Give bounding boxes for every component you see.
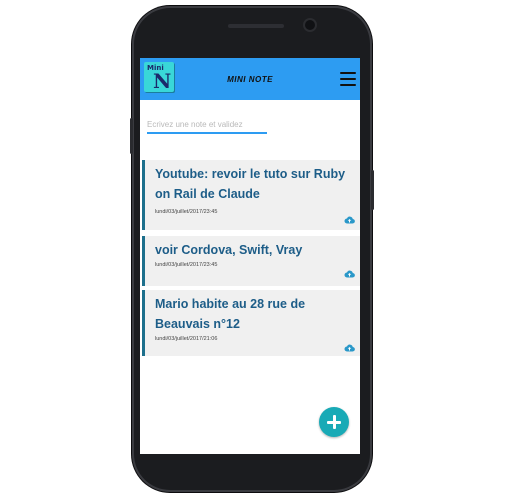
phone-side-button-left [130, 118, 133, 154]
note-input[interactable] [147, 116, 267, 134]
phone-speaker [228, 24, 284, 28]
note-item[interactable]: Youtube: revoir le tuto sur Ruby on Rail… [142, 160, 360, 230]
note-text: voir Cordova, Swift, Vray [155, 243, 303, 257]
note-text: Youtube: revoir le tuto sur Ruby on Rail… [155, 167, 346, 201]
phone-side-button-right [371, 170, 374, 210]
note-date: lundi/03/juillet/2017/23:45 [155, 262, 218, 268]
note-item[interactable]: Mario habite au 28 rue de Beauvais n°12 … [142, 290, 360, 356]
phone-camera [305, 20, 315, 30]
note-date: lundi/03/juillet/2017/23:45 [155, 209, 218, 215]
cloud-upload-icon[interactable] [344, 270, 355, 278]
app-title: MINI NOTE [227, 75, 273, 84]
cloud-upload-icon[interactable] [344, 344, 355, 352]
note-date: lundi/03/juillet/2017/21:06 [155, 336, 218, 342]
cloud-upload-icon[interactable] [344, 216, 355, 224]
app-bar: Mini N MINI NOTE [140, 58, 360, 100]
add-note-button[interactable] [319, 407, 349, 437]
hamburger-menu-icon[interactable] [340, 72, 356, 86]
note-item[interactable]: voir Cordova, Swift, Vray lundi/03/juill… [142, 236, 360, 286]
note-text: Mario habite au 28 rue de Beauvais n°12 [155, 297, 306, 331]
app-screen: Mini N MINI NOTE Youtube: revoir le tuto… [140, 58, 360, 454]
